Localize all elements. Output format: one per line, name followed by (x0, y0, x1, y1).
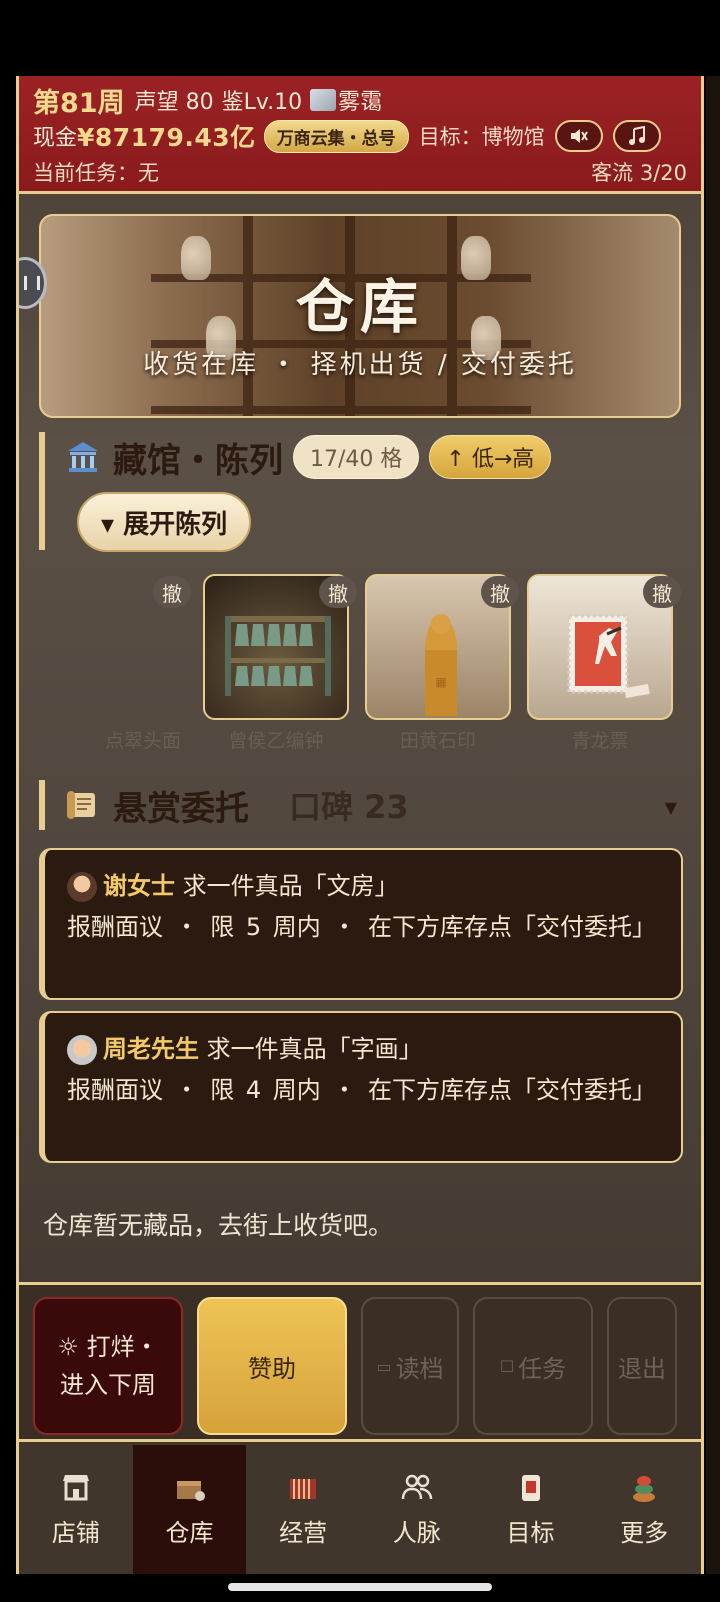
client-request: 求一件真品「字画」 (199, 1035, 423, 1063)
appraisal-level: 鉴Lv.10 (221, 90, 303, 115)
advance-week-button[interactable]: ☼ 打烊・进入下周 (33, 1297, 183, 1435)
collapse-chevron-icon[interactable]: ▼ (665, 798, 677, 817)
nav-business[interactable]: 经营 (246, 1445, 360, 1574)
people-icon (401, 1474, 433, 1500)
warehouse-banner: 仓库 收货在库 ・ 择机出货 / 交付委托 (39, 214, 681, 418)
bottom-nav: 店铺 仓库 经营 人脉 目标 更多 (19, 1445, 701, 1574)
goal-label: 目标：博物馆 (418, 125, 545, 149)
weather-label: 雾霭 (338, 90, 383, 115)
action-bar: ☼ 打烊・进入下周 赞助 ▭ 读档 ☐ 任务 退出 (19, 1282, 701, 1442)
exhibit-title: 藏馆・陈列 (113, 440, 283, 481)
fog-icon (310, 89, 337, 111)
nav-label: 店铺 (51, 1519, 100, 1547)
revoke-button[interactable]: 撤 (643, 576, 681, 608)
scroll-icon (521, 1475, 540, 1501)
tasks-button[interactable]: ☐ 任务 (473, 1297, 593, 1435)
bounty-detail: 报酬面议 ・ 限 4 周内 ・ 在下方库存点「交付委托」 (67, 1076, 657, 1104)
load-button[interactable]: ▭ 读档 (361, 1297, 459, 1435)
shop-icon (62, 1475, 89, 1501)
mute-icon (570, 129, 588, 143)
exhibit-section: 藏馆・陈列 17/40 格 ↑ 低→高 ▾ 展开陈列 (39, 432, 552, 552)
client-request: 求一件真品「文房」 (175, 872, 399, 900)
status-header: 第81周 声望 80 鉴Lv.10 雾霭 现金 ¥87179.43亿 万商云集・… (19, 76, 701, 194)
folder-icon: ▭ (376, 1356, 392, 1376)
nav-label: 人脉 (392, 1519, 441, 1547)
item-name: 曾侯乙编钟 (228, 730, 324, 752)
nav-label: 更多 (620, 1519, 669, 1547)
svg-text:▦: ▦ (435, 675, 446, 689)
nav-warehouse[interactable]: 仓库 (132, 1445, 247, 1574)
item-name: 青龙票 (571, 730, 629, 752)
expand-exhibit-button[interactable]: ▾ 展开陈列 (77, 492, 252, 552)
revoke-button[interactable]: 撤 (319, 576, 357, 608)
app-frame: 第81周 声望 80 鉴Lv.10 雾霭 现金 ¥87179.43亿 万商云集・… (16, 76, 704, 1574)
empty-warehouse-text: 仓库暂无藏品，去街上收货吧。 (43, 1211, 394, 1240)
cash-label: 现金 (33, 126, 78, 151)
cash-value: ¥87179.43亿 (77, 123, 256, 152)
word-of-mouth: 口碑 23 (289, 788, 409, 826)
guest-flow: 客流 3/20 (591, 161, 687, 185)
slot-count: 17/40 格 (293, 435, 420, 479)
woman-avatar-icon (67, 872, 97, 902)
tasks-label: 任务 (518, 1354, 567, 1383)
sponsor-button[interactable]: 赞助 (197, 1297, 347, 1435)
exit-button[interactable]: 退出 (607, 1297, 677, 1435)
nav-shop[interactable]: 店铺 (19, 1445, 133, 1574)
bounty-card[interactable]: 谢女士 求一件真品「文房」 报酬面议 ・ 限 5 周内 ・ 在下方库存点「交付委… (39, 848, 683, 1000)
home-indicator[interactable] (228, 1583, 492, 1591)
sort-button[interactable]: ↑ 低→高 (429, 435, 552, 479)
music-button[interactable] (612, 120, 661, 152)
page-title: 仓库 (295, 273, 424, 341)
revoke-button[interactable]: 撤 (481, 576, 519, 608)
bounty-detail: 报酬面议 ・ 限 5 周内 ・ 在下方库存点「交付委托」 (67, 913, 657, 941)
week-label: 第81周 (33, 87, 125, 119)
ledger-icon (290, 1479, 317, 1499)
bounty-card[interactable]: 周老先生 求一件真品「字画」 报酬面议 ・ 限 4 周内 ・ 在下方库存点「交付… (39, 1011, 683, 1163)
warehouse-icon (176, 1481, 205, 1501)
music-note-icon (628, 126, 645, 145)
current-task: 当前任务：无 (33, 161, 159, 185)
bounty-title: 悬赏委托 (113, 788, 249, 829)
nav-goals[interactable]: 目标 (474, 1445, 588, 1574)
old-man-avatar-icon (67, 1035, 97, 1065)
nav-more[interactable]: 更多 (587, 1445, 701, 1574)
bounty-section-header: 悬赏委托 口碑 23 (39, 780, 409, 830)
item-name: 田黄石印 (399, 730, 476, 752)
museum-icon (68, 442, 98, 472)
nav-label: 目标 (506, 1519, 555, 1547)
page-subtitle: 收货在库 ・ 择机出货 / 交付委托 (143, 350, 577, 380)
exhibit-items: 撤 点翠头面 撤 曾侯乙编钟 ▦ 撤 田黄石印 撤 青龙票 (105, 574, 683, 764)
load-label: 读档 (395, 1354, 444, 1383)
company-badge: 万商云集・总号 (263, 119, 409, 153)
revoke-button[interactable]: 撤 (153, 576, 191, 608)
client-name: 周老先生 (103, 1035, 199, 1063)
right-edge-strip (706, 76, 720, 1574)
client-name: 谢女士 (103, 872, 175, 900)
nav-label: 仓库 (165, 1519, 214, 1547)
nav-label: 经营 (279, 1519, 328, 1547)
mute-button[interactable] (554, 120, 603, 152)
scroll-icon (67, 791, 95, 819)
nav-contacts[interactable]: 人脉 (360, 1445, 474, 1574)
checklist-icon: ☐ (499, 1356, 515, 1376)
more-icon (633, 1476, 656, 1502)
reputation-label: 声望 80 (134, 90, 214, 115)
